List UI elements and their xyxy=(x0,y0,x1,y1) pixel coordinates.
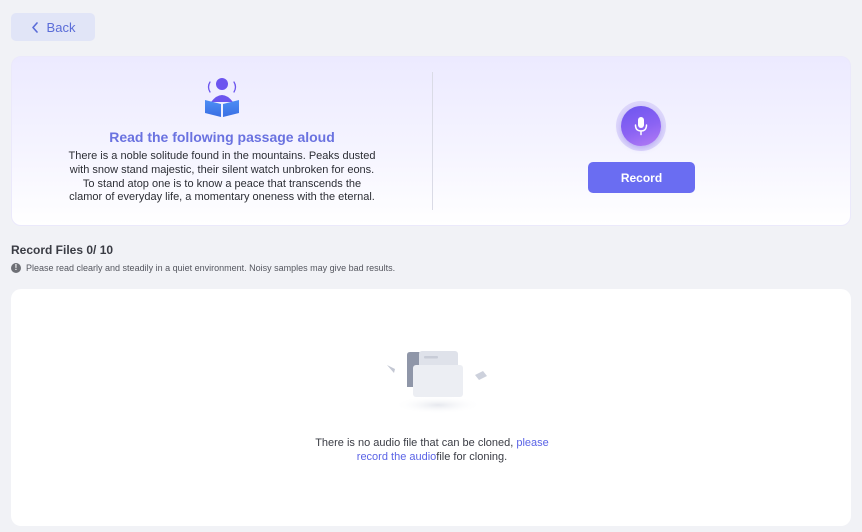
info-icon: ! xyxy=(11,263,21,273)
record-button[interactable]: Record xyxy=(588,162,695,193)
empty-state-message: There is no audio file that can be clone… xyxy=(307,436,557,464)
recording-tip-text: Please read clearly and steadily in a qu… xyxy=(26,263,396,273)
person-reading-book-icon xyxy=(205,78,239,117)
record-files-title: Record Files 0/ 10 xyxy=(11,243,114,257)
passage-line: clamor of everyday life, a momentary one… xyxy=(69,191,375,204)
microphone-icon xyxy=(634,117,648,136)
chevron-left-icon xyxy=(31,21,38,33)
back-button-label: Back xyxy=(46,19,76,35)
mic-button[interactable] xyxy=(616,101,666,151)
card-divider xyxy=(432,72,433,210)
passage-line: with snow stand majestic, their silent w… xyxy=(69,163,375,176)
passage-text: There is a noble solitude found in the m… xyxy=(62,150,382,205)
empty-state-text: There is no audio file that can be clone… xyxy=(315,437,517,449)
read-passage-title: Read the following passage aloud xyxy=(109,129,335,145)
record-audio-link[interactable]: record the audio xyxy=(357,451,437,463)
record-audio-link[interactable]: please xyxy=(516,437,548,449)
empty-folder-icon xyxy=(387,351,487,414)
empty-state-text: file for cloning. xyxy=(436,451,508,463)
recording-tip: ! Please read clearly and steadily in a … xyxy=(11,263,395,273)
back-button[interactable]: Back xyxy=(11,13,95,41)
passage-line: To stand atop one is to know a peace tha… xyxy=(82,177,362,190)
passage-line: There is a noble solitude found in the m… xyxy=(68,150,376,162)
record-files-panel: There is no audio file that can be clone… xyxy=(11,289,851,526)
read-passage-card: Read the following passage aloud There i… xyxy=(11,56,851,226)
